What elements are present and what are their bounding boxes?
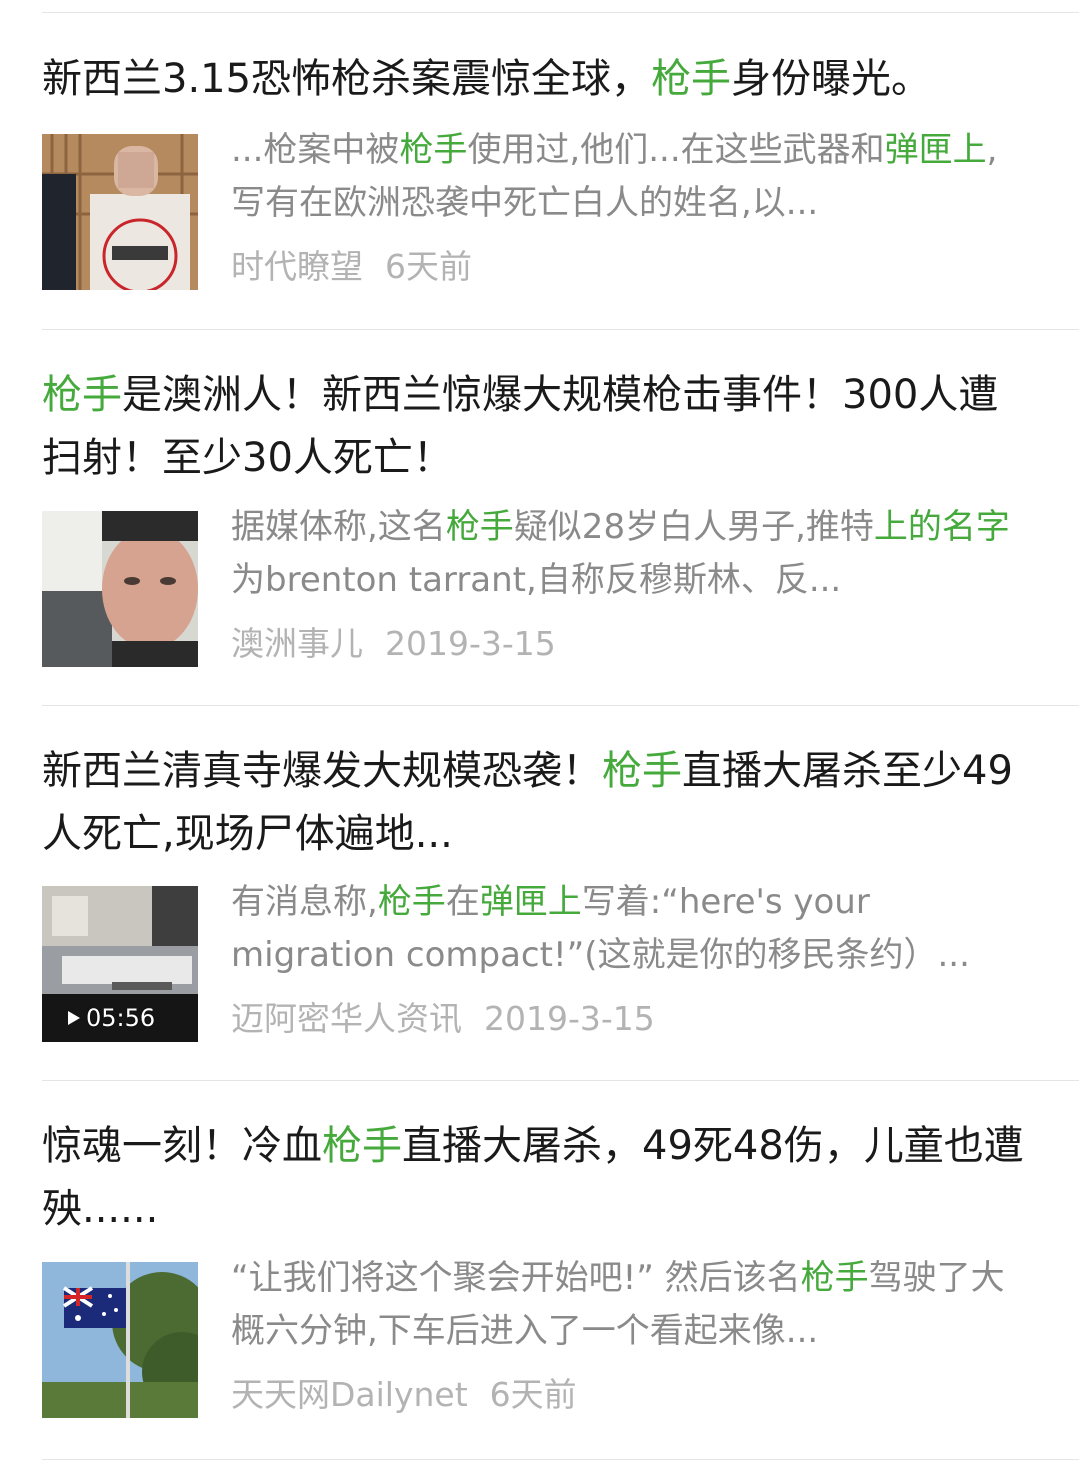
result-title[interactable]: 新西兰3.15恐怖枪杀案震惊全球，枪手身份曝光。 — [42, 48, 1037, 111]
highlight-keyword: 枪手 — [322, 1123, 402, 1169]
result-source[interactable]: 澳洲事儿 — [231, 624, 363, 663]
result-meta: 时代瞭望 6天前 — [231, 240, 472, 288]
video-duration: 05:56 — [68, 1004, 155, 1032]
result-meta: 澳洲事儿 2019-3-15 — [231, 617, 556, 665]
highlight-keyword: 上的名字 — [873, 507, 1010, 547]
top-divider — [42, 12, 1079, 13]
highlight-keyword: 枪手 — [377, 882, 446, 922]
highlight-keyword: 弹匣上 — [884, 130, 987, 170]
result-source[interactable]: 迈阿密华人资讯 — [231, 999, 462, 1038]
search-result[interactable]: 枪手是澳洲人！新西兰惊爆大规模枪击事件！300人遭扫射！至少30人死亡！ 据媒体… — [42, 364, 1079, 667]
result-divider — [42, 1080, 1079, 1081]
text-segment: 据媒体称,这名 — [231, 507, 446, 547]
search-result[interactable]: 新西兰3.15恐怖枪杀案震惊全球，枪手身份曝光。 ...枪案中被枪手使用过,他们… — [42, 48, 1079, 290]
text-segment: 有消息称, — [231, 882, 378, 922]
highlight-keyword: 弹匣上 — [479, 882, 582, 922]
text-segment: 疑似28岁白人男子,推特 — [513, 507, 874, 547]
result-snippet: ...枪案中被枪手使用过,他们...在这些武器和弹匣上,写有在欧洲恐袭中死亡白人… — [231, 124, 1031, 230]
highlight-keyword: 枪手 — [445, 507, 514, 547]
text-segment: 新西兰清真寺爆发大规模恐袭！ — [42, 748, 602, 794]
text-segment: 身份曝光。 — [731, 56, 932, 102]
search-result[interactable]: 惊魂一刻！冷血枪手直播大屠杀，49死48伤，儿童也遭殃...... “让我们将这… — [42, 1115, 1079, 1418]
play-icon — [68, 1011, 80, 1025]
text-segment: 新西兰3.15恐怖枪杀案震惊全球， — [42, 56, 652, 102]
highlight-keyword: 枪手 — [602, 748, 682, 794]
text-segment: 为brenton tarrant,自称反穆斯林、反... — [231, 560, 842, 600]
result-meta: 迈阿密华人资讯 2019-3-15 — [231, 992, 655, 1040]
result-meta: 天天网Dailynet 6天前 — [231, 1368, 577, 1416]
highlight-keyword: 枪手 — [399, 130, 468, 170]
text-segment: “让我们将这个聚会开始吧!” 然后该名 — [231, 1258, 801, 1298]
result-divider — [42, 1459, 1079, 1460]
text-segment: ...枪案中被 — [231, 130, 400, 170]
result-snippet: “让我们将这个聚会开始吧!” 然后该名枪手驾驶了大概六分钟,下车后进入了一个看起… — [231, 1252, 1031, 1358]
result-source[interactable]: 时代瞭望 — [231, 247, 363, 286]
result-thumbnail[interactable] — [42, 1262, 198, 1418]
result-title[interactable]: 枪手是澳洲人！新西兰惊爆大规模枪击事件！300人遭扫射！至少30人死亡！ — [42, 364, 1037, 490]
result-source[interactable]: 天天网Dailynet — [231, 1375, 468, 1414]
result-thumbnail[interactable] — [42, 134, 198, 290]
result-snippet: 有消息称,枪手在弹匣上写着:“here's your migration com… — [231, 876, 1031, 982]
result-title[interactable]: 新西兰清真寺爆发大规模恐袭！枪手直播大屠杀至少49人死亡,现场尸体遍地... — [42, 740, 1037, 866]
result-divider — [42, 705, 1079, 706]
result-snippet: 据媒体称,这名枪手疑似28岁白人男子,推特上的名字为brenton tarran… — [231, 501, 1031, 607]
text-segment: 惊魂一刻！冷血 — [42, 1123, 322, 1169]
text-segment: 在 — [445, 882, 480, 922]
highlight-keyword: 枪手 — [651, 56, 732, 102]
duration-label: 05:56 — [86, 1004, 156, 1032]
video-thumbnail[interactable]: 05:56 — [42, 886, 198, 1042]
text-segment: 使用过,他们...在这些武器和 — [467, 130, 885, 170]
result-time: 6天前 — [489, 1375, 577, 1414]
text-segment: 是澳洲人！新西兰惊爆大规模枪击事件！300人遭扫射！至少30人死亡！ — [42, 372, 999, 481]
result-time: 6天前 — [385, 247, 472, 286]
result-time: 2019-3-15 — [385, 624, 556, 663]
search-result[interactable]: 新西兰清真寺爆发大规模恐袭！枪手直播大屠杀至少49人死亡,现场尸体遍地... 0… — [42, 740, 1079, 1042]
result-thumbnail[interactable] — [42, 511, 198, 667]
highlight-keyword: 枪手 — [800, 1258, 869, 1298]
result-title[interactable]: 惊魂一刻！冷血枪手直播大屠杀，49死48伤，儿童也遭殃...... — [42, 1115, 1037, 1241]
highlight-keyword: 枪手 — [42, 372, 122, 418]
result-divider — [42, 329, 1079, 330]
result-time: 2019-3-15 — [484, 999, 655, 1038]
